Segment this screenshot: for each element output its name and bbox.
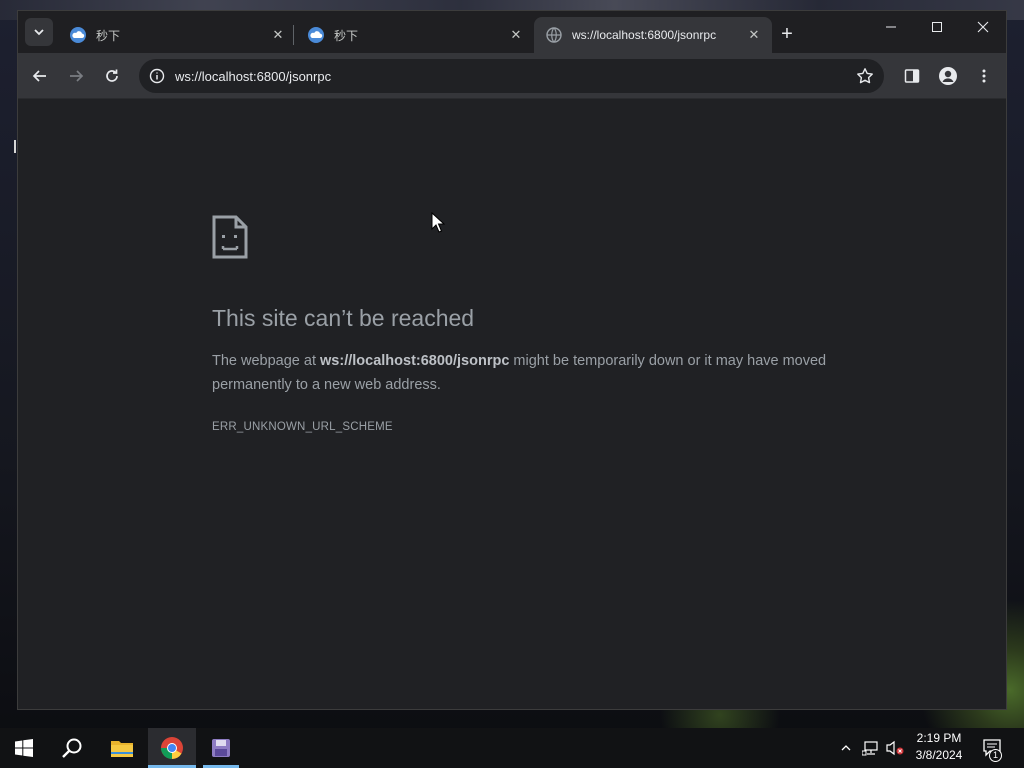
browser-toolbar: ws://localhost:6800/jsonrpc [18, 53, 1006, 99]
tab-3-active[interactable]: ws://localhost:6800/jsonrpc ✕ [534, 17, 772, 53]
volume-status[interactable] [884, 728, 906, 768]
chevron-down-icon [34, 29, 44, 36]
tab-title: ws://localhost:6800/jsonrpc [572, 28, 717, 42]
network-status[interactable] [860, 728, 882, 768]
desktop-text-cursor [14, 140, 16, 153]
info-icon[interactable] [149, 68, 165, 84]
network-icon [862, 741, 878, 756]
address-bar-url: ws://localhost:6800/jsonrpc [175, 68, 332, 84]
cloud-icon [308, 27, 324, 43]
windows-logo-icon [15, 739, 33, 757]
chevron-up-icon [841, 745, 851, 751]
tab-title: 秒下 [96, 28, 121, 43]
tab-title: 秒下 [334, 28, 359, 43]
menu-button[interactable] [970, 62, 998, 90]
plus-icon: + [781, 22, 793, 45]
minimize-button[interactable] [868, 11, 914, 43]
chrome-taskbar-button[interactable] [148, 728, 196, 768]
tab-2[interactable]: 秒下 ✕ [296, 17, 534, 53]
folder-icon [111, 741, 133, 757]
browser-window: 秒下 ✕ 秒下 ✕ ws://localhost:6800/jsonrpc ✕ … [17, 10, 1007, 710]
arrow-left-icon [32, 70, 46, 82]
volume-muted-icon [886, 740, 904, 756]
close-icon [977, 21, 989, 33]
tab-separator [293, 25, 294, 45]
file-explorer-button[interactable] [98, 728, 146, 768]
star-icon[interactable] [856, 67, 874, 85]
mouse-cursor-icon [431, 212, 445, 233]
arrow-right-icon [70, 70, 84, 82]
sad-document-icon [212, 215, 248, 259]
tab-strip: 秒下 ✕ 秒下 ✕ ws://localhost:6800/jsonrpc ✕ … [18, 11, 1006, 53]
error-code: ERR_UNKNOWN_URL_SCHEME [212, 421, 393, 433]
search-button[interactable] [48, 728, 96, 768]
search-icon [62, 738, 82, 758]
notification-count: 1 [989, 749, 1002, 762]
start-button[interactable] [0, 728, 48, 768]
tray-overflow-button[interactable] [836, 728, 856, 768]
forward-button[interactable] [62, 62, 90, 90]
new-tab-button[interactable]: + [775, 22, 799, 46]
profile-icon [939, 67, 957, 85]
clock-time: 2:19 PM [916, 731, 962, 745]
minimize-icon [886, 26, 896, 28]
taskbar: 2:19 PM 3/8/2024 1 [0, 728, 1024, 768]
side-panel-icon [904, 69, 920, 83]
maximize-icon [932, 22, 942, 32]
more-vert-icon [982, 69, 986, 83]
tab-1[interactable]: 秒下 ✕ [58, 17, 296, 53]
taskbar-clock[interactable]: 2:19 PM 3/8/2024 [906, 730, 972, 766]
tab-search-button[interactable] [25, 18, 53, 46]
error-title: This site can’t be reached [212, 305, 475, 331]
address-bar[interactable]: ws://localhost:6800/jsonrpc [139, 59, 884, 93]
page-content: This site can’t be reached The webpage a… [18, 99, 1006, 709]
profile-button[interactable] [934, 62, 962, 90]
close-icon[interactable]: ✕ [746, 27, 762, 43]
reload-button[interactable] [98, 62, 126, 90]
error-description: The webpage at ws://localhost:6800/jsonr… [212, 349, 832, 397]
close-icon[interactable]: ✕ [508, 27, 524, 43]
back-button[interactable] [26, 62, 54, 90]
error-desc-url: ws://localhost:6800/jsonrpc [320, 353, 510, 369]
error-desc-prefix: The webpage at [212, 353, 321, 369]
close-window-button[interactable] [960, 11, 1006, 43]
cloud-icon [70, 27, 86, 43]
floppy-app-icon [212, 739, 230, 757]
chrome-icon [161, 737, 183, 759]
notification-center-button[interactable]: 1 [978, 728, 1008, 768]
side-panel-button[interactable] [898, 62, 926, 90]
reload-icon [106, 69, 118, 82]
maximize-button[interactable] [914, 11, 960, 43]
globe-icon [546, 27, 562, 43]
app-taskbar-button[interactable] [197, 728, 245, 768]
clock-date: 3/8/2024 [915, 748, 963, 762]
close-icon[interactable]: ✕ [270, 27, 286, 43]
